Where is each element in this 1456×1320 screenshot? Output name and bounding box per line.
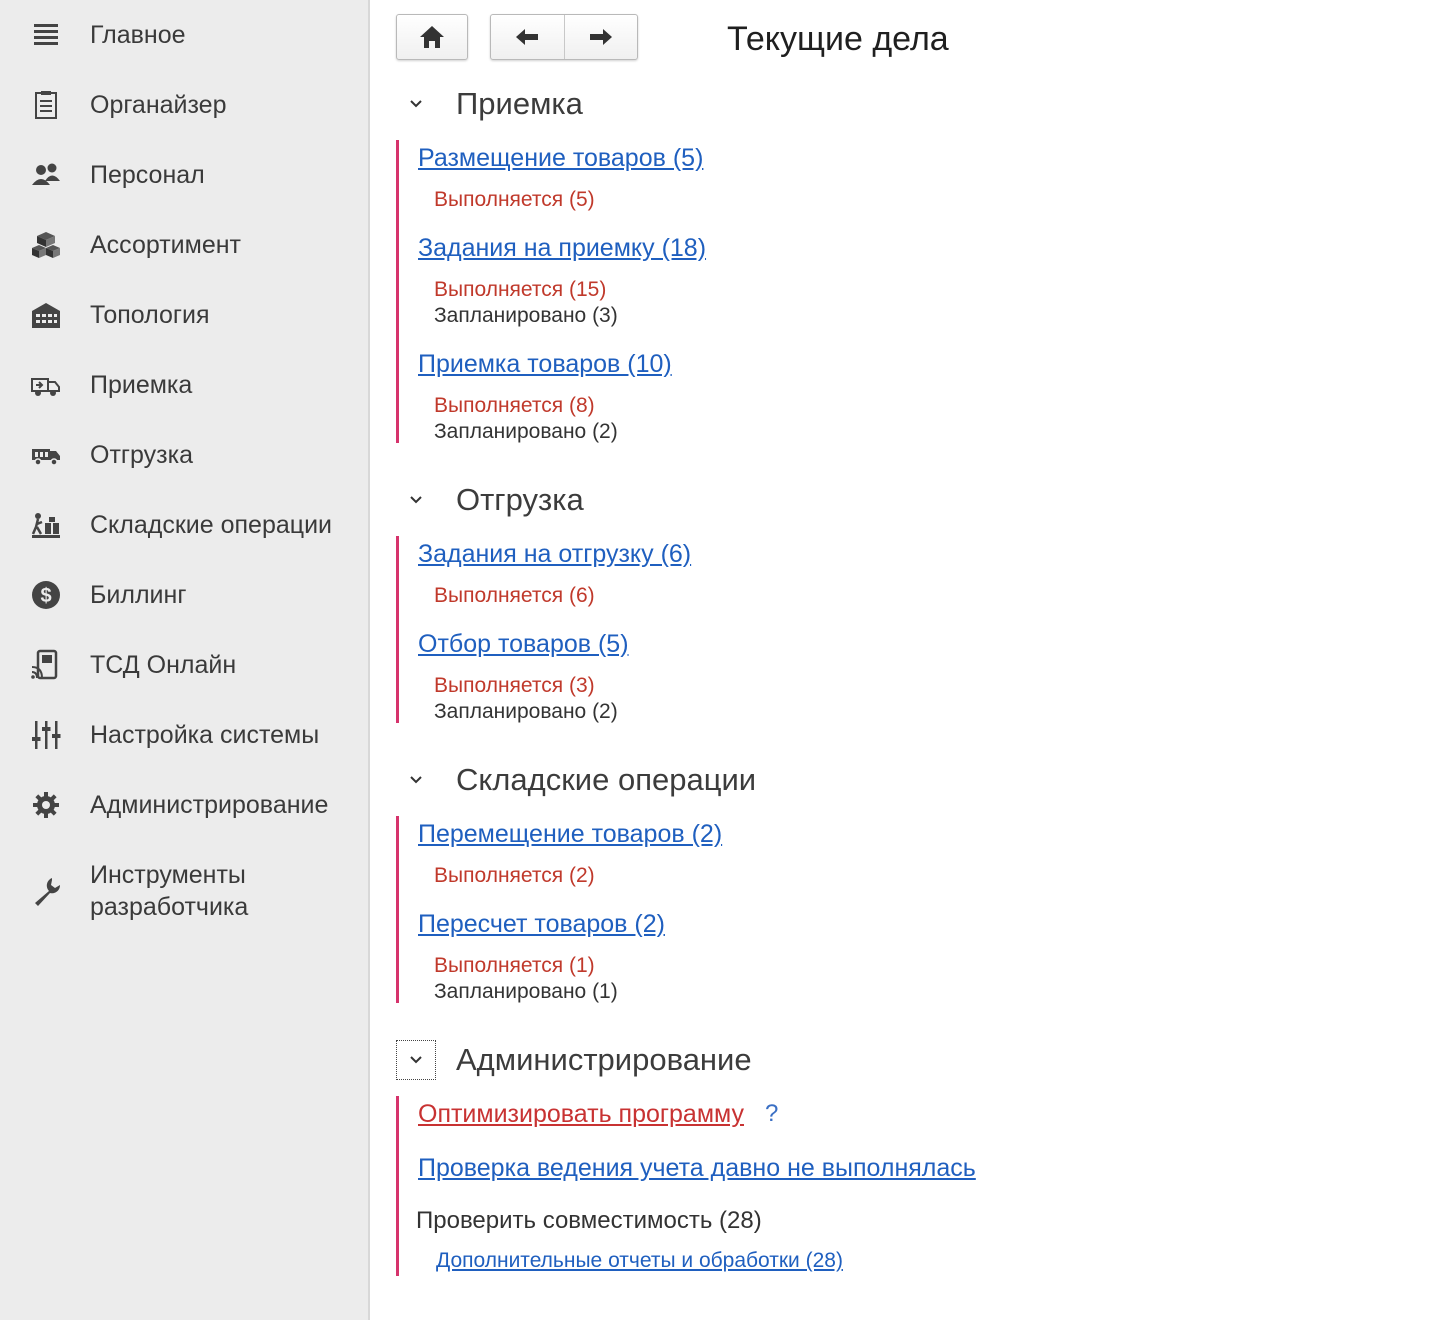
boxes-icon [28, 227, 64, 263]
sidebar-item-label: Приемка [90, 371, 193, 399]
task-link-receiving-jobs[interactable]: Задания на приемку (18) [418, 234, 706, 263]
sidebar-item-label: Органайзер [90, 91, 227, 119]
people-icon [28, 157, 64, 193]
status-planned: Запланировано (2) [434, 700, 618, 723]
sidebar-item-shipping[interactable]: Отгрузка [0, 425, 370, 485]
section-accent-bar [396, 140, 399, 443]
chevron-down-icon [410, 496, 422, 504]
sidebar: Главное Органайзер Персонал Ассортимент [0, 0, 370, 1320]
section-title: Отгрузка [456, 482, 584, 517]
task-link-picking[interactable]: Отбор товаров (5) [418, 630, 629, 659]
warehouse-icon [28, 297, 64, 333]
status-running: Выполняется (6) [434, 584, 595, 607]
sidebar-item-label: ТСД Онлайн [90, 651, 237, 679]
status-running: Выполняется (3) [434, 674, 595, 697]
dollar-icon: $ [28, 577, 64, 613]
section-header-shipping: Отгрузка [396, 478, 584, 522]
compatibility-check-label: Проверить совместимость (28) [416, 1207, 762, 1234]
sidebar-item-assortment[interactable]: Ассортимент [0, 215, 370, 275]
collapse-toggle[interactable] [396, 84, 436, 124]
section-title: Складские операции [456, 762, 757, 797]
task-link-transfer[interactable]: Перемещение товаров (2) [418, 820, 722, 849]
forward-button[interactable] [565, 15, 638, 59]
task-link-placement[interactable]: Размещение товаров (5) [418, 144, 703, 173]
accounting-check-link[interactable]: Проверка ведения учета давно не выполнял… [418, 1154, 976, 1183]
task-link-goods-receipt[interactable]: Приемка товаров (10) [418, 350, 672, 379]
sidebar-item-label: Складские операции [90, 511, 333, 539]
organizer-icon [28, 87, 64, 123]
sidebar-item-billing[interactable]: $ Биллинг [0, 565, 370, 625]
arrow-right-icon [589, 29, 612, 45]
gear-icon [28, 787, 64, 823]
app-window: Главное Органайзер Персонал Ассортимент [0, 0, 1456, 1320]
status-planned: Запланировано (3) [434, 304, 618, 327]
sidebar-item-main[interactable]: Главное [0, 5, 370, 65]
task-link-recount[interactable]: Пересчет товаров (2) [418, 910, 665, 939]
sidebar-item-tsd-online[interactable]: ТСД Онлайн [0, 635, 370, 695]
sidebar-item-label: Отгрузка [90, 441, 193, 469]
wrench-icon [28, 873, 64, 909]
history-navigation [490, 14, 638, 60]
shipping-truck-icon [28, 437, 64, 473]
section-header-warehouse: Складские операции [396, 758, 756, 802]
sidebar-item-label: Настройка системы [90, 721, 320, 749]
collapse-toggle[interactable] [396, 1040, 436, 1080]
status-running: Выполняется (1) [434, 954, 595, 977]
home-icon [420, 26, 444, 48]
sidebar-item-system-settings[interactable]: Настройка системы [0, 705, 370, 765]
arrow-left-icon [516, 29, 539, 45]
sidebar-item-organizer[interactable]: Органайзер [0, 75, 370, 135]
chevron-down-icon [410, 776, 422, 784]
sidebar-item-label: Топология [90, 301, 210, 329]
collapse-toggle[interactable] [396, 480, 436, 520]
section-accent-bar [396, 816, 399, 1003]
extra-reports-link[interactable]: Дополнительные отчеты и обработки (28) [436, 1249, 843, 1273]
sidebar-item-topology[interactable]: Топология [0, 285, 370, 345]
status-running: Выполняется (8) [434, 394, 595, 417]
section-header-admin: Администрирование [396, 1038, 752, 1082]
task-link-shipping-jobs[interactable]: Задания на отгрузку (6) [418, 540, 691, 569]
menu-icon [28, 17, 64, 53]
svg-text:$: $ [40, 585, 51, 607]
help-link[interactable]: ? [765, 1100, 778, 1128]
sidebar-item-label: Ассортимент [90, 231, 241, 259]
status-running: Выполняется (2) [434, 864, 595, 887]
status-planned: Запланировано (2) [434, 420, 618, 443]
home-button[interactable] [396, 14, 468, 60]
warehouse-ops-icon [28, 507, 64, 543]
status-running: Выполняется (15) [434, 278, 607, 301]
optimize-program-link[interactable]: Оптимизировать программу [418, 1100, 744, 1129]
section-header-receiving: Приемка [396, 82, 583, 126]
section-title: Приемка [456, 86, 583, 121]
chevron-down-icon [410, 1056, 422, 1064]
sidebar-item-personnel[interactable]: Персонал [0, 145, 370, 205]
sidebar-item-label: Инструменты разработчика [90, 861, 249, 921]
page-title: Текущие дела [727, 20, 949, 58]
sliders-icon [28, 717, 64, 753]
terminal-icon [28, 647, 64, 683]
section-accent-bar [396, 536, 399, 723]
status-planned: Запланировано (1) [434, 980, 618, 1003]
receiving-truck-icon [28, 367, 64, 403]
section-accent-bar [396, 1096, 399, 1276]
sidebar-item-label: Биллинг [90, 581, 187, 609]
sidebar-item-receiving[interactable]: Приемка [0, 355, 370, 415]
sidebar-item-administration[interactable]: Администрирование [0, 775, 370, 835]
status-running: Выполняется (5) [434, 188, 595, 211]
sidebar-item-label: Персонал [90, 161, 205, 189]
collapse-toggle[interactable] [396, 760, 436, 800]
sidebar-item-dev-tools[interactable]: Инструменты разработчика [0, 855, 370, 927]
main-content: Текущие дела Приемка Размещение товаров … [372, 0, 1456, 1320]
back-button[interactable] [491, 15, 564, 59]
chevron-down-icon [410, 100, 422, 108]
section-title: Администрирование [456, 1042, 752, 1077]
sidebar-item-label: Администрирование [90, 791, 329, 819]
sidebar-item-warehouse-ops[interactable]: Складские операции [0, 495, 370, 555]
sidebar-item-label: Главное [90, 21, 186, 49]
